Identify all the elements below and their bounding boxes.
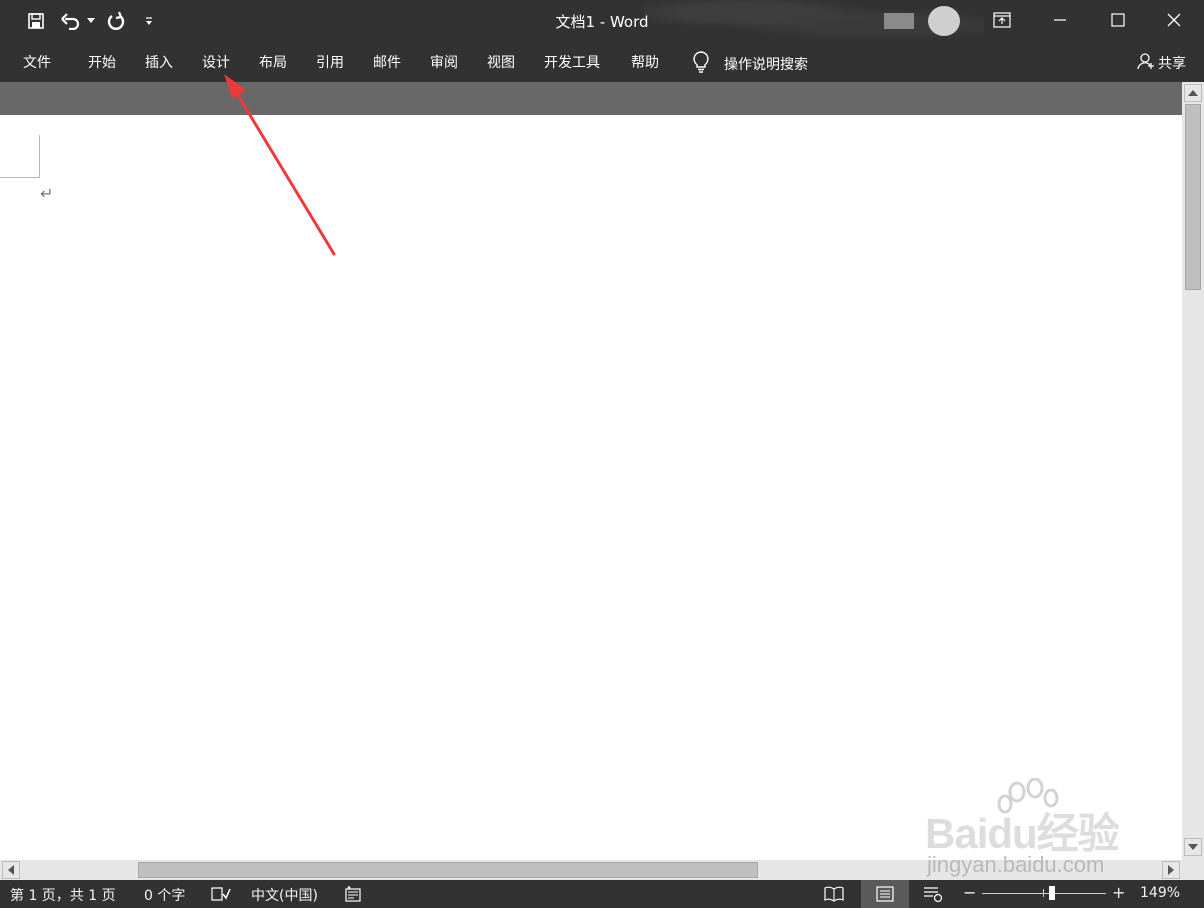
tab-references[interactable]: 引用 [316, 52, 344, 72]
macro-recording-icon[interactable] [345, 886, 361, 906]
page-count[interactable]: 第 1 页，共 1 页 [10, 885, 116, 905]
scrollbar-corner [1182, 860, 1204, 880]
share-label: 共享 [1158, 56, 1186, 72]
paragraph-mark: ↵ [40, 184, 54, 203]
zoom-level[interactable]: 149% [1140, 885, 1180, 901]
proofing-icon[interactable] [211, 886, 231, 906]
ribbon-display-options-icon[interactable] [974, 0, 1030, 40]
vertical-scrollbar[interactable] [1182, 82, 1204, 860]
tell-me-label: 操作说明搜索 [724, 57, 808, 73]
close-button[interactable] [1146, 0, 1202, 40]
tab-home[interactable]: 开始 [88, 52, 116, 72]
status-bar: 第 1 页，共 1 页 0 个字 中文(中国) − + 149% [0, 880, 1204, 908]
tab-help[interactable]: 帮助 [631, 52, 659, 72]
document-top-gap [0, 82, 1182, 115]
lightbulb-icon [692, 51, 710, 77]
vertical-scroll-thumb[interactable] [1185, 104, 1201, 290]
zoom-slider-thumb[interactable] [1049, 886, 1055, 900]
tab-insert[interactable]: 插入 [145, 52, 173, 72]
zoom-slider-center-tick [1043, 889, 1044, 897]
minimize-button[interactable] [1032, 0, 1088, 40]
tell-me-search[interactable]: 操作说明搜索 [692, 51, 808, 77]
maximize-button[interactable] [1090, 0, 1146, 40]
tab-review[interactable]: 审阅 [430, 52, 458, 72]
zoom-in-button[interactable]: + [1112, 883, 1125, 902]
watermark-url: jingyan.baidu.com [927, 852, 1105, 877]
print-layout-icon[interactable] [861, 880, 909, 908]
read-mode-icon[interactable] [815, 880, 853, 908]
account-photo[interactable] [928, 6, 960, 36]
account-avatar-placeholder[interactable] [884, 13, 914, 29]
zoom-out-button[interactable]: − [963, 883, 976, 902]
share-button[interactable]: 共享 [1137, 52, 1186, 74]
tab-file[interactable]: 文件 [23, 52, 51, 72]
title-bar: 文档1 - Word [0, 0, 1204, 42]
horizontal-scroll-thumb[interactable] [138, 862, 758, 878]
web-layout-icon[interactable] [914, 880, 952, 908]
scroll-down-icon[interactable] [1184, 838, 1202, 856]
margin-corner-mark [0, 135, 40, 178]
tab-design[interactable]: 设计 [202, 52, 230, 72]
document-page[interactable] [0, 115, 1182, 860]
tab-mailings[interactable]: 邮件 [373, 52, 401, 72]
tab-view[interactable]: 视图 [487, 52, 515, 72]
scroll-up-icon[interactable] [1184, 84, 1202, 102]
language-indicator[interactable]: 中文(中国) [251, 885, 318, 905]
tab-developer[interactable]: 开发工具 [544, 52, 600, 72]
ribbon-tab-bar: 文件 开始 插入 设计 布局 引用 邮件 审阅 视图 开发工具 帮助 操作说明搜… [0, 42, 1204, 82]
person-icon [1137, 52, 1155, 74]
zoom-slider-track[interactable] [982, 893, 1106, 894]
scroll-left-icon[interactable] [2, 861, 20, 879]
baidu-jingyan-watermark: Baidu经验 jingyan.baidu.com [925, 778, 1165, 878]
word-count[interactable]: 0 个字 [144, 885, 185, 905]
tab-layout[interactable]: 布局 [259, 52, 287, 72]
